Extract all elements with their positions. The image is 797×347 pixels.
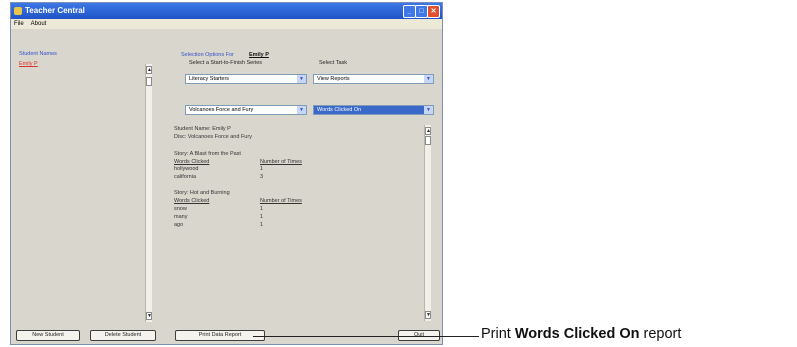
annotation-suffix: report xyxy=(639,326,682,342)
chevron-down-icon[interactable]: ▼ xyxy=(424,106,433,114)
disc-select[interactable]: Volcanoes Force and Fury ▼ xyxy=(185,105,307,115)
word-cell: many xyxy=(174,214,188,220)
report-scrollbar[interactable]: ▲ ▼ xyxy=(424,125,431,321)
col-number-of-times: Number of Times xyxy=(260,198,302,204)
new-student-button[interactable]: New Student xyxy=(16,330,80,341)
chevron-down-icon[interactable]: ▼ xyxy=(424,75,433,83)
app-icon xyxy=(14,7,22,15)
annotation-prefix: Print xyxy=(481,326,515,342)
menu-about[interactable]: About xyxy=(31,21,47,27)
count-cell: 1 xyxy=(260,166,264,172)
print-data-report-button[interactable]: Print Data Report xyxy=(175,330,265,341)
col-number-of-times: Number of Times xyxy=(260,159,302,165)
word-cell: ago xyxy=(174,222,184,228)
annotation-callout-line xyxy=(253,336,479,337)
scroll-up-button[interactable]: ▲ xyxy=(146,66,152,74)
series-label: Select a Start-to-Finish Series xyxy=(189,60,263,66)
series-select[interactable]: Literacy Starters ▼ xyxy=(185,74,307,84)
word-cell: california xyxy=(174,174,197,180)
task-select-value: View Reports xyxy=(317,76,350,82)
scroll-down-button[interactable]: ▼ xyxy=(146,312,152,320)
scroll-thumb[interactable] xyxy=(425,136,431,145)
selection-options-label: Selection Options For xyxy=(181,52,234,58)
count-cell: 1 xyxy=(260,214,264,220)
selected-student-name: Emily P xyxy=(249,52,269,58)
col-words-clicked: Words Clicked xyxy=(174,159,210,165)
disc-select-value: Volcanoes Force and Fury xyxy=(189,107,254,113)
report-area: Student Name: Emily P Disc: Volcanoes Fo… xyxy=(174,124,429,320)
title-bar: Teacher Central _ □ ✕ xyxy=(11,3,442,19)
teacher-central-window: Teacher Central _ □ ✕ File About Student … xyxy=(10,2,443,345)
scroll-down-button[interactable]: ▼ xyxy=(425,311,431,319)
annotation-bold: Words Clicked On xyxy=(514,326,640,342)
count-cell: 3 xyxy=(260,174,264,180)
student-item-emily-p[interactable]: Emily P xyxy=(19,61,38,67)
student-list-scrollbar[interactable]: ▲ ▼ xyxy=(145,64,152,322)
report-select[interactable]: Words Clicked On ▼ xyxy=(313,105,434,115)
word-cell: hollywood xyxy=(174,166,199,172)
scroll-up-button[interactable]: ▲ xyxy=(425,127,431,135)
student-list-pane: Student Names Emily P xyxy=(14,31,160,323)
chevron-down-icon[interactable]: ▼ xyxy=(297,75,306,83)
close-button[interactable]: ✕ xyxy=(427,5,440,18)
task-label: Select Task xyxy=(319,60,348,66)
count-cell: 1 xyxy=(260,206,264,212)
task-select[interactable]: View Reports ▼ xyxy=(313,74,434,84)
annotation-callout: Print Words Clicked On report xyxy=(481,326,681,342)
scroll-thumb[interactable] xyxy=(146,77,152,86)
report-select-value: Words Clicked On xyxy=(317,107,362,113)
chevron-down-icon[interactable]: ▼ xyxy=(297,106,306,114)
window-title: Teacher Central xyxy=(25,6,85,15)
report-student-line: Student Name: Emily P xyxy=(174,126,231,132)
count-cell: 1 xyxy=(260,222,264,228)
report-disc-line: Disc: Volcanoes Force and Fury xyxy=(174,134,252,140)
delete-student-button[interactable]: Delete Student xyxy=(90,330,156,341)
word-cell: snow xyxy=(174,206,187,212)
col-words-clicked: Words Clicked xyxy=(174,198,210,204)
series-select-value: Literacy Starters xyxy=(189,76,230,82)
student-names-header: Student Names xyxy=(19,51,57,57)
menu-file[interactable]: File xyxy=(14,21,24,27)
menu-bar: File About xyxy=(11,19,442,29)
story-title: Story: A Blast from the Past xyxy=(174,151,241,157)
story-title: Story: Hot and Burning xyxy=(174,190,230,196)
